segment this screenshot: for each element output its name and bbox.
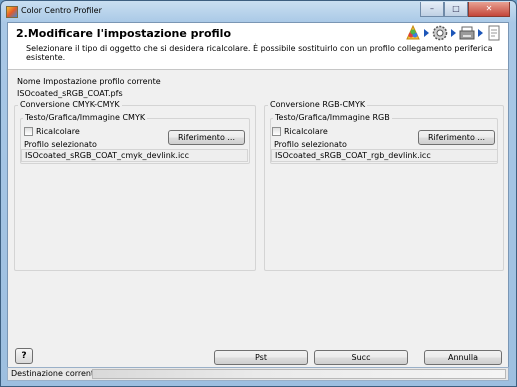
arrow-right-icon [424,29,429,37]
wizard-steps [402,24,502,41]
arrow-right-icon [451,29,456,37]
app-icon [6,6,18,18]
cmyk-sub-title: Testo/Grafica/Immagine CMYK [23,113,148,122]
arrow-right-icon [478,29,483,37]
status-progress-bar [92,369,506,379]
rgb-profile-label: Profilo selezionato [274,140,347,149]
current-profile-value: ISOcoated_sRGB_COAT.pfs [17,89,123,98]
prev-button[interactable]: Pst [214,350,308,365]
close-button[interactable]: ✕ [468,2,510,17]
minimize-button[interactable]: – [420,2,444,17]
cmyk-profile-label: Profilo selezionato [24,140,97,149]
help-button[interactable]: ? [15,348,33,364]
cmyk-recalc-checkbox[interactable] [24,127,33,136]
wizard-color-icon [405,24,421,41]
rgb-group-title: Conversione RGB-CMYK [268,100,368,109]
cmyk-profile-field: ISOcoated_sRGB_COAT_cmyk_devlink.icc [21,149,248,162]
wizard-header: 2.Modificare l'impostazione profilo Sele… [8,23,508,70]
rgb-recalc-checkbox[interactable] [272,127,281,136]
rgb-recalc-label: Ricalcolare [284,127,328,136]
gear-icon [432,25,448,41]
cancel-button[interactable]: Annulla [424,350,502,365]
next-button[interactable]: Succ [314,350,408,365]
status-bar: Destinazione corrente [7,367,509,381]
cmyk-reference-button[interactable]: Riferimento ... [168,130,245,145]
rgb-profile-field: ISOcoated_sRGB_COAT_rgb_devlink.icc [271,149,498,162]
title-bar[interactable]: Color Centro Profiler – □ ✕ [1,1,516,23]
cmyk-group-title: Conversione CMYK-CMYK [18,100,122,109]
status-label: Destinazione corrente [11,369,100,378]
page-title: 2.Modificare l'impostazione profilo [16,27,232,40]
wizard-client-area: 2.Modificare l'impostazione profilo Sele… [7,22,509,369]
document-icon [486,25,502,41]
printer-icon [459,25,475,41]
current-profile-label: Nome Impostazione profilo corrente [17,77,161,86]
maximize-button[interactable]: □ [444,2,468,17]
rgb-sub-title: Testo/Grafica/Immagine RGB [273,113,392,122]
rgb-reference-button[interactable]: Riferimento ... [418,130,495,145]
window-title: Color Centro Profiler [21,6,102,15]
page-subtitle: Selezionare il tipo di oggetto che si de… [26,44,493,62]
caption-buttons: – □ ✕ [420,2,510,17]
cmyk-recalc-label: Ricalcolare [36,127,80,136]
